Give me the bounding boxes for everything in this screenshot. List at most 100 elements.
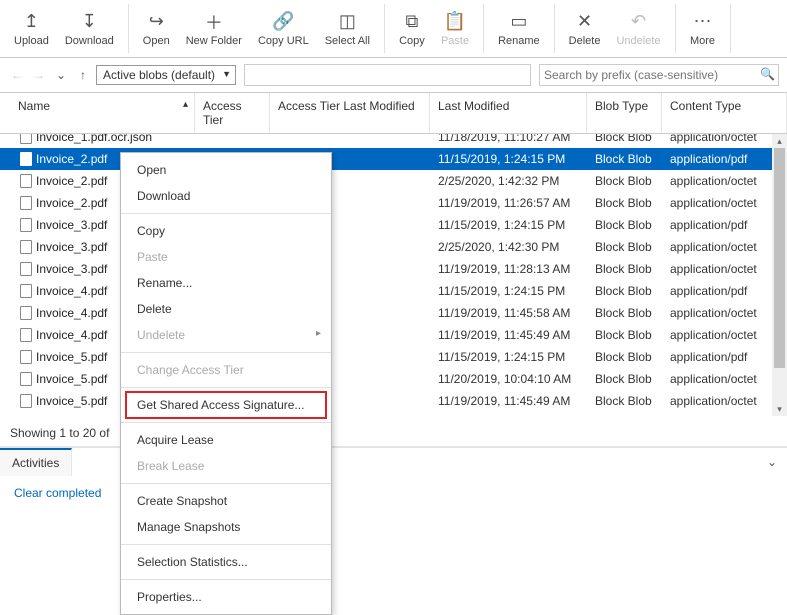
- cell-ctype: application/octet: [662, 394, 787, 408]
- new-folder-button[interactable]: ＋New Folder: [178, 4, 250, 53]
- cell-type: Block Blob: [587, 134, 662, 144]
- upload-button[interactable]: ↥Upload: [6, 4, 57, 53]
- file-name: Invoice_4.pdf: [36, 306, 107, 320]
- delete-button[interactable]: ✕Delete: [561, 4, 609, 53]
- up-icon[interactable]: ↑: [74, 66, 92, 84]
- file-icon: [20, 306, 32, 320]
- more-button[interactable]: ⋯More: [682, 4, 724, 53]
- file-icon: [20, 262, 32, 276]
- table-header: Name Access Tier Access Tier Last Modifi…: [0, 92, 787, 134]
- cm-manage-snapshots[interactable]: Manage Snapshots: [121, 514, 331, 540]
- cm-selection-stats[interactable]: Selection Statistics...: [121, 549, 331, 575]
- file-icon: [20, 174, 32, 188]
- file-name: Invoice_5.pdf: [36, 350, 107, 364]
- main-toolbar: ↥Upload ↧Download ↪Open ＋New Folder 🔗Cop…: [0, 0, 787, 58]
- file-name: Invoice_3.pdf: [36, 240, 107, 254]
- more-icon: ⋯: [694, 11, 712, 33]
- file-name: Invoice_2.pdf: [36, 174, 107, 188]
- cell-ctype: application/octet: [662, 306, 787, 320]
- table-row[interactable]: Invoice_2.pdf2/25/2020, 1:42:32 PMBlock …: [0, 170, 787, 192]
- cm-open[interactable]: Open: [121, 157, 331, 183]
- vertical-scrollbar[interactable]: ▴ ▾: [772, 134, 787, 416]
- cm-properties[interactable]: Properties...: [121, 584, 331, 610]
- cm-rename[interactable]: Rename...: [121, 270, 331, 296]
- rename-button[interactable]: ▭Rename: [490, 4, 548, 53]
- cell-modified: 11/15/2019, 1:24:15 PM: [430, 284, 587, 298]
- activities-tab[interactable]: Activities: [0, 448, 72, 476]
- cell-modified: 11/18/2019, 11:10:27 AM: [430, 134, 587, 144]
- col-blob-type[interactable]: Blob Type: [587, 93, 662, 133]
- plus-icon: ＋: [205, 11, 223, 33]
- col-content-type[interactable]: Content Type: [662, 93, 787, 133]
- path-input[interactable]: [244, 64, 531, 86]
- table-row[interactable]: Invoice_4.pdf11/19/2019, 11:45:49 AMBloc…: [0, 324, 787, 346]
- file-name: Invoice_5.pdf: [36, 372, 107, 386]
- cm-delete[interactable]: Delete: [121, 296, 331, 322]
- table-row[interactable]: Invoice_4.pdf11/19/2019, 11:45:58 AMBloc…: [0, 302, 787, 324]
- undelete-icon: ↶: [631, 11, 646, 33]
- cell-ctype: application/octet: [662, 174, 787, 188]
- copy-icon: ⧉: [406, 11, 419, 33]
- cm-paste: Paste: [121, 244, 331, 270]
- cell-type: Block Blob: [587, 284, 662, 298]
- cm-copy[interactable]: Copy: [121, 218, 331, 244]
- cm-get-sas[interactable]: Get Shared Access Signature...: [125, 391, 327, 419]
- cm-acquire-lease[interactable]: Acquire Lease: [121, 427, 331, 453]
- file-name: Invoice_5.pdf: [36, 394, 107, 408]
- cell-ctype: application/octet: [662, 196, 787, 210]
- table-row[interactable]: Invoice_2.pdf11/15/2019, 1:24:15 PMBlock…: [0, 148, 787, 170]
- table-row[interactable]: Invoice_5.pdf11/19/2019, 11:45:49 AMBloc…: [0, 390, 787, 412]
- table-row[interactable]: Invoice_2.pdf11/19/2019, 11:26:57 AMBloc…: [0, 192, 787, 214]
- history-dropdown-icon[interactable]: ⌄: [52, 66, 70, 84]
- cell-modified: 11/20/2019, 10:04:10 AM: [430, 372, 587, 386]
- cell-type: Block Blob: [587, 328, 662, 342]
- table-body: Invoice_1.pdf.ocr.json 11/18/2019, 11:10:…: [0, 134, 787, 416]
- forward-icon: →: [30, 66, 48, 84]
- copy-button[interactable]: ⧉Copy: [391, 4, 433, 53]
- col-tier-modified[interactable]: Access Tier Last Modified: [270, 93, 430, 133]
- table-row[interactable]: Invoice_1.pdf.ocr.json 11/18/2019, 11:10:…: [0, 134, 787, 148]
- scroll-down-icon[interactable]: ▾: [772, 402, 787, 416]
- cell-type: Block Blob: [587, 240, 662, 254]
- col-name[interactable]: Name: [0, 93, 195, 133]
- back-icon: ←: [8, 66, 26, 84]
- file-icon: [20, 350, 32, 364]
- cm-download[interactable]: Download: [121, 183, 331, 209]
- file-icon: [20, 240, 32, 254]
- cell-modified: 11/15/2019, 1:24:15 PM: [430, 152, 587, 166]
- cell-type: Block Blob: [587, 306, 662, 320]
- cm-create-snapshot[interactable]: Create Snapshot: [121, 488, 331, 514]
- open-button[interactable]: ↪Open: [135, 4, 178, 53]
- cm-change-tier: Change Access Tier: [121, 357, 331, 383]
- open-icon: ↪: [149, 11, 164, 33]
- search-input[interactable]: [539, 64, 779, 86]
- copy-url-button[interactable]: 🔗Copy URL: [250, 4, 317, 53]
- table-row[interactable]: Invoice_5.pdf11/15/2019, 1:24:15 PMBlock…: [0, 346, 787, 368]
- file-name: Invoice_1.pdf.ocr.json: [36, 134, 152, 144]
- select-all-button[interactable]: ◫Select All: [317, 4, 378, 53]
- download-button[interactable]: ↧Download: [57, 4, 122, 53]
- activities-collapse-icon[interactable]: ⌄: [757, 449, 787, 475]
- table-row[interactable]: Invoice_3.pdf11/19/2019, 11:28:13 AMBloc…: [0, 258, 787, 280]
- cm-break-lease: Break Lease: [121, 453, 331, 479]
- cell-ctype: application/octet: [662, 328, 787, 342]
- col-access-tier[interactable]: Access Tier: [195, 93, 270, 133]
- filter-dropdown[interactable]: Active blobs (default): [96, 65, 236, 85]
- search-icon[interactable]: 🔍: [760, 67, 775, 81]
- col-last-modified[interactable]: Last Modified: [430, 93, 587, 133]
- cell-modified: 11/15/2019, 1:24:15 PM: [430, 350, 587, 364]
- clear-completed-link[interactable]: Clear completed: [0, 476, 787, 510]
- activities-bar: Activities ⌄: [0, 447, 787, 476]
- delete-icon: ✕: [577, 11, 592, 33]
- table-row[interactable]: Invoice_5.pdf11/20/2019, 10:04:10 AMBloc…: [0, 368, 787, 390]
- select-all-icon: ◫: [339, 11, 356, 33]
- table-row[interactable]: Invoice_3.pdf11/15/2019, 1:24:15 PMBlock…: [0, 214, 787, 236]
- table-row[interactable]: Invoice_3.pdf2/25/2020, 1:42:30 PMBlock …: [0, 236, 787, 258]
- file-icon: [20, 372, 32, 386]
- cell-type: Block Blob: [587, 196, 662, 210]
- cell-ctype: application/octet: [662, 262, 787, 276]
- scroll-up-icon[interactable]: ▴: [772, 134, 787, 148]
- table-row[interactable]: Invoice_4.pdf11/15/2019, 1:24:15 PMBlock…: [0, 280, 787, 302]
- scroll-thumb[interactable]: [774, 148, 785, 368]
- file-icon: [20, 218, 32, 232]
